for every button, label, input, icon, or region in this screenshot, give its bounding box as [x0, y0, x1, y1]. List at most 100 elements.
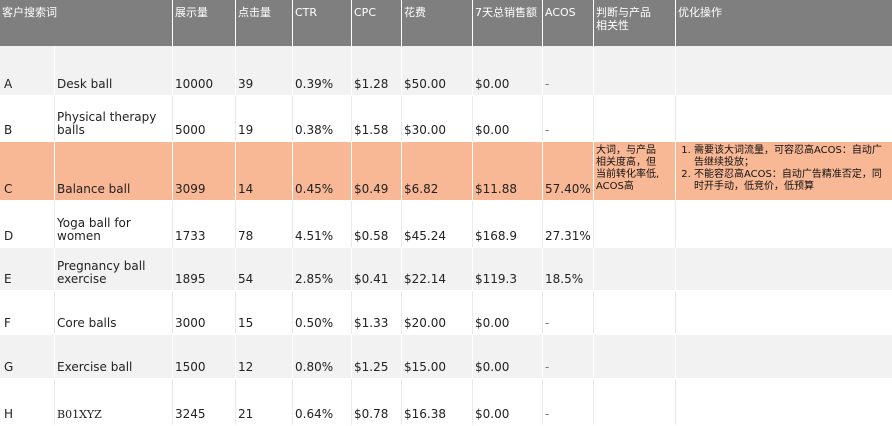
cell-impressions[interactable]: 5000: [173, 96, 236, 141]
cell-clicks[interactable]: 15: [236, 291, 293, 334]
cell-id[interactable]: C: [0, 142, 55, 200]
cell-id[interactable]: A: [0, 46, 55, 95]
cell-relevance[interactable]: 大词，与产品 相关度高，但 当前转化率低, ACOS高: [594, 142, 676, 200]
header-relevance[interactable]: 判断与产品 相关性: [594, 0, 676, 46]
table-row[interactable]: A Desk ball 10000 39 0.39% $1.28 $50.00 $0.00-: [0, 46, 892, 96]
cell-actions[interactable]: [676, 46, 892, 95]
cell-acos[interactable]: 27.31%: [543, 201, 594, 247]
cell-actions[interactable]: [676, 96, 892, 141]
cell-acos[interactable]: -: [543, 379, 594, 425]
table-row[interactable]: D Yoga ball for women 1733 78 4.51% $0.58 $45.…: [0, 201, 892, 248]
cell-impressions[interactable]: 3099: [173, 142, 236, 200]
cell-clicks[interactable]: 39: [236, 46, 293, 95]
cell-spend[interactable]: $20.00: [402, 291, 473, 334]
cell-actions[interactable]: [676, 379, 892, 425]
header-term[interactable]: 客户搜索词: [0, 0, 173, 46]
cell-id[interactable]: E: [0, 248, 55, 290]
cell-term[interactable]: Balance ball: [55, 142, 173, 200]
cell-id[interactable]: G: [0, 335, 55, 378]
cell-cpc[interactable]: $0.58: [352, 201, 402, 247]
cell-acos[interactable]: -: [543, 96, 594, 141]
cell-cpc[interactable]: $1.25: [352, 335, 402, 378]
cell-actions[interactable]: [676, 248, 892, 290]
cell-actions[interactable]: [676, 201, 892, 247]
cell-sales[interactable]: $0.00: [473, 335, 543, 378]
cell-spend[interactable]: $45.24: [402, 201, 473, 247]
cell-impressions[interactable]: 1733: [173, 201, 236, 247]
cell-relevance[interactable]: [594, 96, 676, 141]
cell-ctr[interactable]: 0.38%: [293, 96, 352, 141]
table-row[interactable]: E Pregnancy ball exercise 1895 54 2.85% $0.41…: [0, 248, 892, 291]
cell-relevance[interactable]: [594, 248, 676, 290]
cell-clicks[interactable]: 21: [236, 379, 293, 425]
cell-spend[interactable]: $22.14: [402, 248, 473, 290]
cell-relevance[interactable]: [594, 379, 676, 425]
cell-spend[interactable]: $6.82: [402, 142, 473, 200]
cell-id[interactable]: F: [0, 291, 55, 334]
header-spend[interactable]: 花费: [402, 0, 473, 46]
table-row[interactable]: G Exercise ball 1500 12 0.80% $1.25 $15.00 $0.0…: [0, 335, 892, 379]
header-ctr[interactable]: CTR: [293, 0, 352, 46]
cell-impressions[interactable]: 3000: [173, 291, 236, 334]
cell-term[interactable]: Exercise ball: [55, 335, 173, 378]
cell-clicks[interactable]: 54: [236, 248, 293, 290]
cell-sales[interactable]: $11.88: [473, 142, 543, 200]
cell-term[interactable]: B01XYZ: [55, 379, 173, 425]
cell-sales[interactable]: $0.00: [473, 291, 543, 334]
cell-sales[interactable]: $0.00: [473, 46, 543, 95]
cell-cpc[interactable]: $0.78: [352, 379, 402, 425]
cell-relevance[interactable]: [594, 335, 676, 378]
cell-actions[interactable]: [676, 291, 892, 334]
cell-clicks[interactable]: 19: [236, 96, 293, 141]
table-row[interactable]: H B01XYZ 3245 21 0.64% $0.78 $16.38 $0.00-: [0, 379, 892, 426]
cell-cpc[interactable]: $1.33: [352, 291, 402, 334]
cell-sales[interactable]: $168.9: [473, 201, 543, 247]
cell-sales[interactable]: $0.00: [473, 96, 543, 141]
header-acos[interactable]: ACOS: [543, 0, 594, 46]
cell-ctr[interactable]: 0.45%: [293, 142, 352, 200]
cell-clicks[interactable]: 78: [236, 201, 293, 247]
header-cpc[interactable]: CPC: [352, 0, 402, 46]
cell-spend[interactable]: $30.00: [402, 96, 473, 141]
cell-id[interactable]: H: [0, 379, 55, 425]
cell-ctr[interactable]: 0.80%: [293, 335, 352, 378]
cell-cpc[interactable]: $0.49: [352, 142, 402, 200]
cell-acos[interactable]: 57.40%: [543, 142, 594, 200]
cell-actions[interactable]: [676, 335, 892, 378]
cell-sales[interactable]: $0.00: [473, 379, 543, 425]
header-action[interactable]: 优化操作: [676, 0, 892, 46]
cell-cpc[interactable]: $0.41: [352, 248, 402, 290]
cell-spend[interactable]: $15.00: [402, 335, 473, 378]
cell-term[interactable]: Core balls: [55, 291, 173, 334]
cell-ctr[interactable]: 0.50%: [293, 291, 352, 334]
cell-relevance[interactable]: [594, 291, 676, 334]
cell-id[interactable]: D: [0, 201, 55, 247]
cell-acos[interactable]: -: [543, 46, 594, 95]
cell-term[interactable]: Yoga ball for women: [55, 201, 173, 247]
cell-acos[interactable]: 18.5%: [543, 248, 594, 290]
cell-clicks[interactable]: 14: [236, 142, 293, 200]
cell-clicks[interactable]: 12: [236, 335, 293, 378]
table-row[interactable]: F Core balls 3000 15 0.50% $1.33 $20.00 $0.00-: [0, 291, 892, 335]
cell-cpc[interactable]: $1.58: [352, 96, 402, 141]
cell-relevance[interactable]: [594, 201, 676, 247]
cell-term[interactable]: Pregnancy ball exercise: [55, 248, 173, 290]
cell-relevance[interactable]: [594, 46, 676, 95]
header-sales[interactable]: 7天总销售额: [473, 0, 543, 46]
cell-impressions[interactable]: 1895: [173, 248, 236, 290]
cell-actions[interactable]: 需要该大词流量，可容忍高ACOS：自动广告继续投放；不能容忍高ACOS：自动广告…: [676, 142, 892, 200]
table-row[interactable]: C Balance ball 3099 14 0.45% $0.49 $6.82 $11.88…: [0, 142, 892, 201]
cell-ctr[interactable]: 2.85%: [293, 248, 352, 290]
cell-impressions[interactable]: 3245: [173, 379, 236, 425]
cell-id[interactable]: B: [0, 96, 55, 141]
cell-spend[interactable]: $50.00: [402, 46, 473, 95]
cell-ctr[interactable]: 4.51%: [293, 201, 352, 247]
cell-ctr[interactable]: 0.39%: [293, 46, 352, 95]
cell-impressions[interactable]: 10000: [173, 46, 236, 95]
cell-ctr[interactable]: 0.64%: [293, 379, 352, 425]
cell-spend[interactable]: $16.38: [402, 379, 473, 425]
header-impressions[interactable]: 展示量: [173, 0, 236, 46]
cell-impressions[interactable]: 1500: [173, 335, 236, 378]
cell-term[interactable]: Physical therapy balls: [55, 96, 173, 141]
cell-sales[interactable]: $119.3: [473, 248, 543, 290]
